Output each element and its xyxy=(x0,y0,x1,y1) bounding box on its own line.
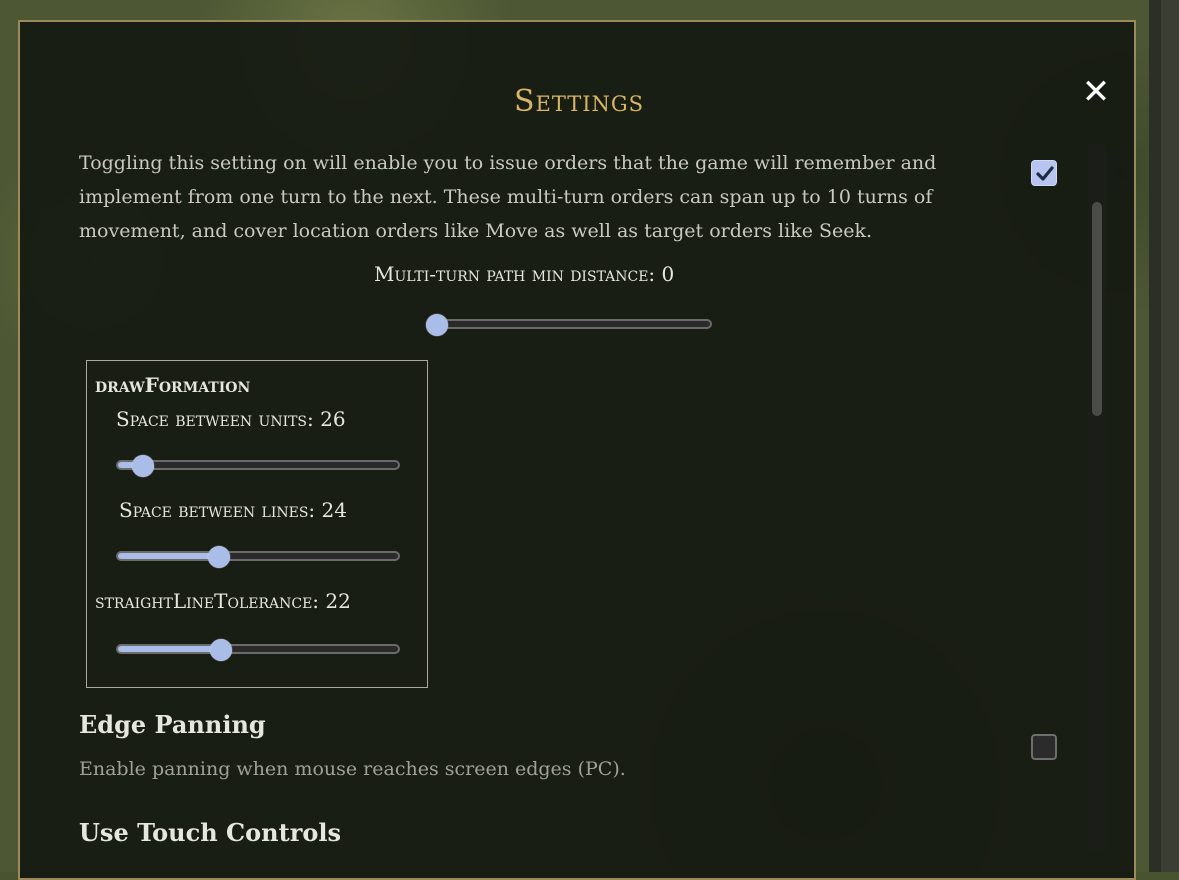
slider-thumb[interactable] xyxy=(131,455,154,477)
straight-line-tolerance-slider[interactable] xyxy=(116,639,400,661)
draw-formation-panel: drawFormation Space between units: 26 Sp… xyxy=(86,360,428,688)
slider-track xyxy=(116,460,400,470)
space-between-units-slider[interactable] xyxy=(116,455,400,477)
edge-panning-title: Edge Panning xyxy=(79,710,266,739)
space-between-lines-label: Space between lines: 24 xyxy=(119,498,347,522)
scrollbar[interactable] xyxy=(1088,144,1106,850)
map-edge-strip-inner xyxy=(1161,0,1179,872)
edge-panning-description: Enable panning when mouse reaches screen… xyxy=(79,758,626,780)
space-between-lines-slider[interactable] xyxy=(116,546,400,568)
close-icon[interactable]: ✕ xyxy=(1078,74,1114,110)
slider-fill xyxy=(118,646,222,652)
slider-track xyxy=(426,319,712,329)
slider-thumb[interactable] xyxy=(426,314,448,336)
path-min-distance-slider[interactable] xyxy=(426,314,712,336)
slider-fill xyxy=(118,553,219,559)
checkmark-icon xyxy=(1036,166,1054,181)
slider-thumb[interactable] xyxy=(210,639,233,661)
space-between-units-label: Space between units: 26 xyxy=(116,407,346,431)
touch-controls-title: Use Touch Controls xyxy=(79,818,341,847)
draw-formation-title: drawFormation xyxy=(95,373,251,397)
scrollbar-thumb[interactable] xyxy=(1092,202,1102,416)
slider-thumb[interactable] xyxy=(207,546,230,568)
settings-dialog: Settings ✕ Toggling this setting on will… xyxy=(18,20,1136,880)
edge-panning-checkbox[interactable] xyxy=(1031,734,1057,760)
multi-turn-description: Toggling this setting on will enable you… xyxy=(79,152,937,242)
multi-turn-checkbox[interactable] xyxy=(1031,160,1057,186)
straight-line-tolerance-label: straightLineTolerance: 22 xyxy=(95,589,351,613)
path-min-distance-label: Multi-turn path min distance: 0 xyxy=(374,262,675,286)
dialog-title: Settings xyxy=(513,84,645,119)
